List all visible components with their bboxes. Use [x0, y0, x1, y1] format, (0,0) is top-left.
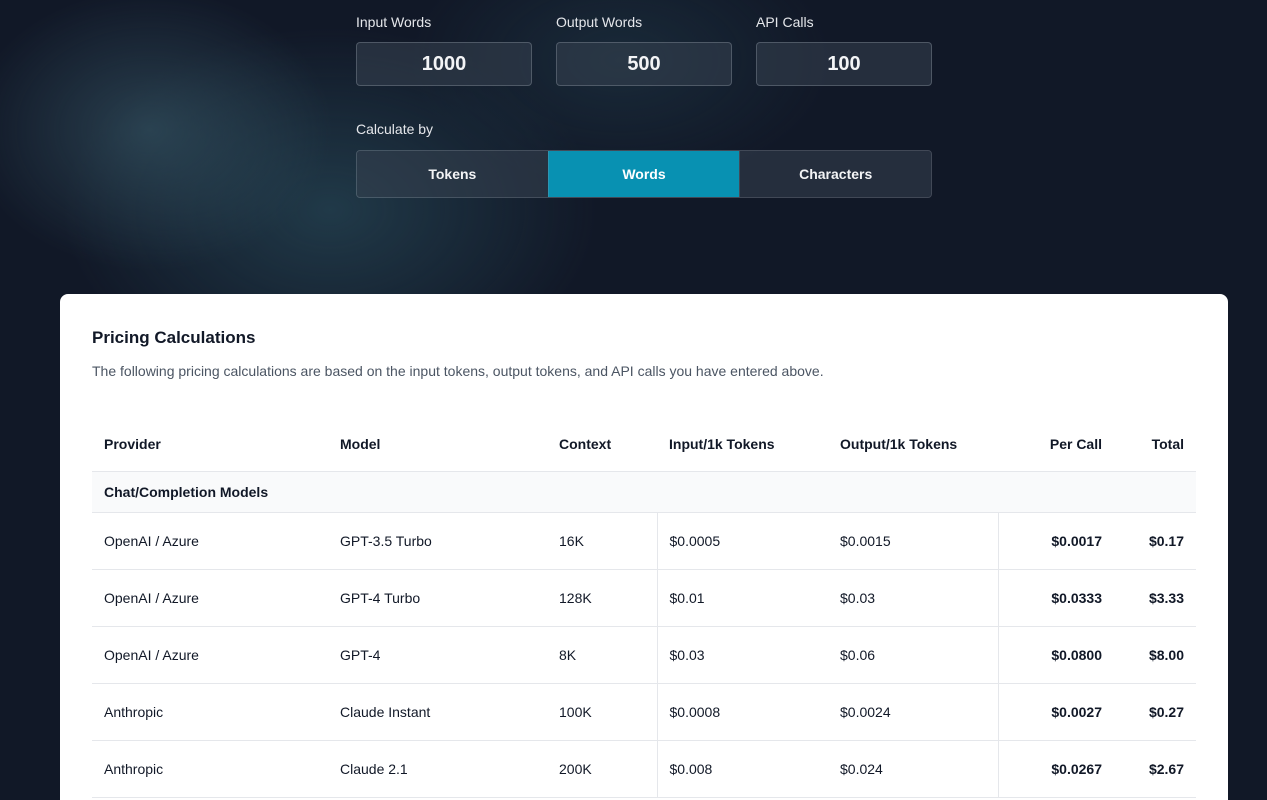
- group-label: Chat/Completion Models: [92, 471, 1196, 513]
- col-input-price: Input/1k Tokens: [657, 417, 828, 472]
- col-total: Total: [1114, 417, 1196, 472]
- api-calls-input[interactable]: 100: [756, 42, 932, 86]
- col-model: Model: [328, 417, 547, 472]
- context-cell: 100K: [547, 683, 657, 741]
- context-cell: 200K: [547, 740, 657, 798]
- output-words-field: Output Words 500: [556, 13, 732, 86]
- model-cell: GPT-4: [328, 626, 547, 684]
- table-header-row: Provider Model Context Input/1k Tokens O…: [92, 417, 1196, 472]
- model-cell: GPT-4 Turbo: [328, 569, 547, 627]
- provider-cell: OpenAI / Azure: [92, 512, 328, 570]
- output-price-cell: $0.03: [828, 569, 998, 627]
- pricing-description: The following pricing calculations are b…: [92, 363, 824, 379]
- provider-cell: OpenAI / Azure: [92, 569, 328, 627]
- output-price-cell: $0.0015: [828, 512, 998, 570]
- table-row: OpenAI / Azure GPT-4 8K $0.03 $0.06 $0.0800 $8…: [92, 626, 1196, 684]
- output-words-input[interactable]: 500: [556, 42, 732, 86]
- output-words-label: Output Words: [556, 14, 643, 30]
- model-cell: Claude 2.1: [328, 740, 547, 798]
- context-cell: 8K: [547, 626, 657, 684]
- input-price-cell: $0.008: [656, 740, 828, 798]
- table-row: OpenAI / Azure GPT-3.5 Turbo 16K $0.0005 $0.…: [92, 512, 1196, 570]
- table-row: OpenAI / Azure GPT-4 Turbo 128K $0.01 $0.03 $…: [92, 569, 1196, 627]
- input-words-label: Input Words: [356, 14, 432, 30]
- per-call-cell: $0.0027: [997, 683, 1114, 741]
- tokens-option[interactable]: Tokens: [357, 151, 548, 197]
- model-cell: Claude Instant: [328, 683, 547, 741]
- provider-cell: Anthropic: [92, 683, 328, 741]
- col-output-price: Output/1k Tokens: [828, 417, 998, 472]
- total-cell: $0.27: [1114, 683, 1196, 741]
- input-price-cell: $0.01: [656, 569, 828, 627]
- table-row: Anthropic Claude Instant 100K $0.0008 $0.002…: [92, 683, 1196, 741]
- context-cell: 16K: [547, 512, 657, 570]
- pricing-card: Pricing Calculations The following prici…: [60, 294, 1228, 800]
- per-call-cell: $0.0333: [997, 569, 1114, 627]
- output-price-cell: $0.024: [828, 740, 998, 798]
- provider-cell: Anthropic: [92, 740, 328, 798]
- words-option[interactable]: Words: [547, 151, 740, 197]
- calculate-by-label: Calculate by: [356, 121, 434, 137]
- input-price-cell: $0.0005: [656, 512, 828, 570]
- group-row: Chat/Completion Models: [92, 471, 1196, 513]
- api-calls-label: API Calls: [756, 14, 814, 30]
- model-cell: GPT-3.5 Turbo: [328, 512, 547, 570]
- input-price-cell: $0.03: [656, 626, 828, 684]
- total-cell: $0.17: [1114, 512, 1196, 570]
- output-price-cell: $0.06: [828, 626, 998, 684]
- context-cell: 128K: [547, 569, 657, 627]
- input-words-input[interactable]: 1000: [356, 42, 532, 86]
- provider-cell: OpenAI / Azure: [92, 626, 328, 684]
- calculate-by-toggle: Tokens Words Characters: [356, 150, 932, 198]
- characters-option[interactable]: Characters: [739, 151, 931, 197]
- pricing-title: Pricing Calculations: [92, 328, 256, 347]
- input-words-field: Input Words 1000: [356, 13, 532, 86]
- col-context: Context: [547, 417, 657, 472]
- inputs-row: Input Words 1000 Output Words 500 API Ca…: [356, 13, 932, 86]
- col-per-call: Per Call: [998, 417, 1114, 472]
- col-provider: Provider: [92, 417, 328, 472]
- per-call-cell: $0.0800: [997, 626, 1114, 684]
- per-call-cell: $0.0267: [997, 740, 1114, 798]
- input-price-cell: $0.0008: [656, 683, 828, 741]
- total-cell: $2.67: [1114, 740, 1196, 798]
- total-cell: $3.33: [1114, 569, 1196, 627]
- pricing-table: Provider Model Context Input/1k Tokens O…: [92, 417, 1196, 798]
- per-call-cell: $0.0017: [997, 512, 1114, 570]
- api-calls-field: API Calls 100: [756, 13, 932, 86]
- output-price-cell: $0.0024: [828, 683, 998, 741]
- total-cell: $8.00: [1114, 626, 1196, 684]
- table-row: Anthropic Claude 2.1 200K $0.008 $0.024 $0.02…: [92, 740, 1196, 798]
